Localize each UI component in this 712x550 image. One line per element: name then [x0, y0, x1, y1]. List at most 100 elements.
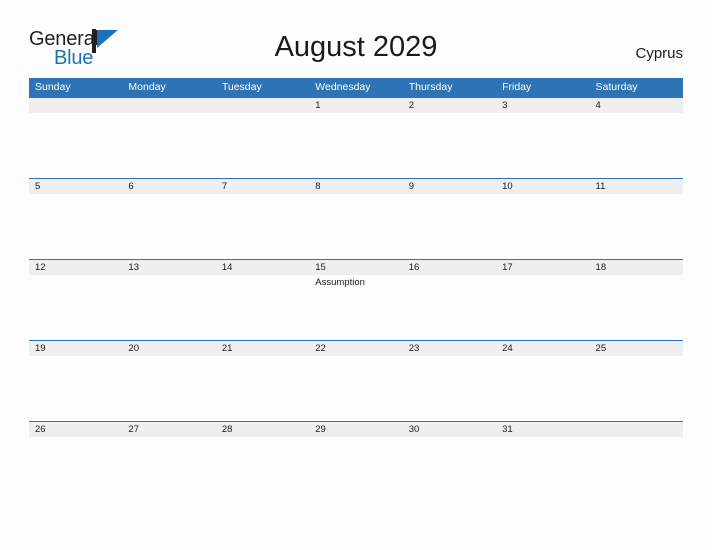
day-number: 14 — [221, 262, 233, 273]
day-event-cell[interactable] — [496, 356, 589, 420]
day-cell[interactable]: 31 — [496, 422, 589, 437]
day-cell[interactable]: 16 — [403, 260, 496, 275]
day-cell[interactable]: 1 — [309, 98, 402, 113]
day-number: 20 — [128, 343, 139, 354]
day-cell[interactable]: 6 — [122, 179, 215, 194]
day-cell[interactable]: 13 — [122, 260, 215, 275]
day-cell[interactable]: 28 — [216, 422, 309, 437]
day-cell[interactable]: 25 — [590, 341, 683, 356]
day-event-cell[interactable] — [122, 437, 215, 501]
day-number: 24 — [502, 343, 513, 354]
day-event-cell[interactable] — [590, 356, 683, 420]
week-event-band — [29, 194, 683, 258]
day-event-cell[interactable] — [309, 437, 402, 501]
weekday-header-tuesday: Tuesday — [221, 81, 262, 93]
day-number: 4 — [595, 100, 601, 111]
day-event-cell[interactable] — [403, 437, 496, 501]
day-event-cell[interactable] — [590, 194, 683, 258]
day-cell[interactable]: 23 — [403, 341, 496, 356]
day-number: 27 — [128, 424, 139, 435]
day-cell[interactable]: 22 — [309, 341, 402, 356]
week-event-band — [29, 356, 683, 420]
day-event-cell[interactable] — [309, 194, 402, 258]
day-cell[interactable]: 24 — [496, 341, 589, 356]
day-number: 26 — [35, 424, 46, 435]
day-number: 23 — [408, 343, 420, 354]
week-event-band — [29, 437, 683, 501]
day-cell[interactable]: 11 — [590, 179, 683, 194]
day-cell[interactable]: 7 — [216, 179, 309, 194]
day-event-cell[interactable] — [309, 113, 402, 177]
day-event-cell[interactable] — [216, 194, 309, 258]
page-title: August 2029 — [274, 31, 438, 63]
calendar-week-row: 19 20 21 22 23 24 25 — [29, 340, 683, 421]
day-cell[interactable]: 2 — [403, 98, 496, 113]
day-cell[interactable]: 14 — [216, 260, 309, 275]
day-event-cell[interactable] — [29, 275, 122, 339]
weekday-header-row: Sunday Monday Tuesday Wednesday Thursday… — [29, 78, 683, 97]
week-daynumber-band: 19 20 21 22 23 24 25 — [29, 341, 683, 356]
day-event-cell[interactable] — [496, 437, 589, 501]
day-cell[interactable] — [29, 98, 122, 113]
day-cell[interactable] — [216, 98, 309, 113]
day-cell[interactable]: 21 — [216, 341, 309, 356]
day-event-cell[interactable] — [122, 194, 215, 258]
day-cell[interactable]: 3 — [496, 98, 589, 113]
day-cell[interactable]: 5 — [29, 179, 122, 194]
day-number: 22 — [315, 343, 326, 354]
day-number: 13 — [128, 262, 139, 273]
day-event-cell[interactable] — [403, 356, 496, 420]
day-event-cell[interactable] — [496, 113, 589, 177]
day-number: 31 — [502, 424, 513, 435]
day-event-cell[interactable] — [29, 113, 122, 177]
day-event-cell[interactable] — [216, 275, 309, 339]
day-number: 11 — [595, 181, 606, 192]
day-cell[interactable]: 27 — [122, 422, 215, 437]
day-cell[interactable] — [590, 422, 683, 437]
day-cell[interactable]: 29 — [309, 422, 402, 437]
day-cell[interactable]: 26 — [29, 422, 122, 437]
day-event-cell[interactable] — [403, 194, 496, 258]
calendar-week-row: 26 27 28 29 30 31 — [29, 421, 683, 502]
day-cell[interactable]: 30 — [403, 422, 496, 437]
week-daynumber-band: 26 27 28 29 30 31 — [29, 422, 683, 437]
day-number: 7 — [221, 181, 228, 192]
day-event-cell[interactable] — [496, 194, 589, 258]
day-event-cell[interactable] — [29, 194, 122, 258]
day-event-cell[interactable] — [403, 275, 496, 339]
day-number: 30 — [408, 424, 420, 435]
day-cell[interactable]: 8 — [309, 179, 402, 194]
page-header: General Blue August 2029 Cyprus — [0, 0, 712, 76]
day-event-cell[interactable] — [496, 275, 589, 339]
day-cell[interactable]: 9 — [403, 179, 496, 194]
day-event-cell[interactable] — [122, 275, 215, 339]
day-event-cell[interactable] — [216, 356, 309, 420]
day-event-cell[interactable] — [309, 356, 402, 420]
day-cell[interactable]: 18 — [590, 260, 683, 275]
day-event-cell[interactable] — [29, 437, 122, 501]
day-event-cell[interactable] — [590, 437, 683, 501]
day-event-cell[interactable] — [29, 356, 122, 420]
day-event-cell[interactable] — [216, 113, 309, 177]
day-cell[interactable]: 10 — [496, 179, 589, 194]
weekday-header-monday: Monday — [128, 81, 166, 93]
day-event-cell[interactable] — [122, 356, 215, 420]
day-number: 25 — [595, 343, 607, 354]
day-event-cell[interactable] — [403, 113, 496, 177]
day-cell[interactable]: 17 — [496, 260, 589, 275]
day-event-cell-assumption[interactable]: Assumption — [309, 275, 402, 339]
day-cell[interactable]: 12 — [29, 260, 122, 275]
day-cell[interactable]: 4 — [590, 98, 683, 113]
day-event-cell[interactable] — [216, 437, 309, 501]
day-cell[interactable] — [122, 98, 215, 113]
day-cell[interactable]: 15 — [309, 260, 402, 275]
weekday-header-wednesday: Wednesday — [315, 81, 371, 93]
week-event-band: Assumption — [29, 275, 683, 339]
day-event-cell[interactable] — [590, 113, 683, 177]
day-cell[interactable]: 19 — [29, 341, 122, 356]
day-event-cell[interactable] — [590, 275, 683, 339]
day-number: 16 — [408, 262, 420, 273]
day-event-cell[interactable] — [122, 113, 215, 177]
day-cell[interactable]: 20 — [122, 341, 215, 356]
calendar-grid: Sunday Monday Tuesday Wednesday Thursday… — [29, 78, 683, 502]
